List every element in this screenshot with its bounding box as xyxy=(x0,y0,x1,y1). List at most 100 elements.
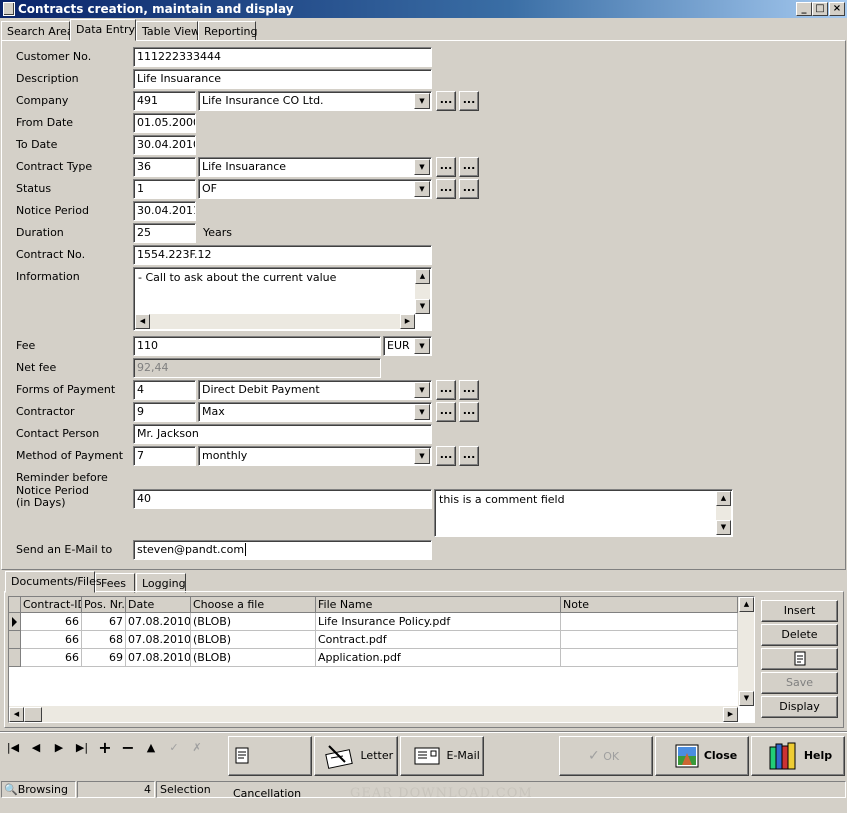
save-button[interactable]: Save xyxy=(761,672,838,694)
contract-type-select[interactable]: Life Insuarance ▼ xyxy=(198,157,432,177)
tab-search-area[interactable]: Search Area xyxy=(1,21,74,41)
scroll-up-icon[interactable]: ▲ xyxy=(716,491,731,506)
close-window-button[interactable]: × xyxy=(829,2,845,16)
table-cell[interactable] xyxy=(561,613,738,631)
edit-record-icon[interactable]: ▲ xyxy=(140,737,162,759)
notice-period-input[interactable]: 30.04.2011 xyxy=(133,201,196,221)
table-cell[interactable]: Contract.pdf xyxy=(316,631,561,649)
close-button[interactable]: Close xyxy=(655,736,749,776)
cancel-edit-icon[interactable]: ✗ xyxy=(186,737,208,759)
table-cell[interactable]: Application.pdf xyxy=(316,649,561,667)
duration-input[interactable]: 25 xyxy=(133,223,196,243)
tab-reporting[interactable]: Reporting xyxy=(198,21,257,41)
information-hscroll[interactable] xyxy=(135,314,415,329)
chevron-down-icon[interactable]: ▼ xyxy=(414,159,430,175)
table-cell[interactable]: Life Insurance Policy.pdf xyxy=(316,613,561,631)
scroll-down-icon[interactable]: ▼ xyxy=(716,520,731,535)
scroll-right-icon[interactable]: ▶ xyxy=(400,314,415,329)
delete-button[interactable]: Delete xyxy=(761,624,838,646)
cancellation-button[interactable]: Cancellation xyxy=(228,736,312,800)
company-edit-button[interactable]: ... xyxy=(459,91,479,111)
table-cell[interactable]: 07.08.2010 xyxy=(126,613,191,631)
first-record-icon[interactable]: |◀ xyxy=(2,737,24,759)
scroll-down-icon[interactable]: ▼ xyxy=(415,299,430,314)
table-cell[interactable] xyxy=(561,631,738,649)
table-cell[interactable]: 67 xyxy=(82,613,126,631)
chevron-down-icon[interactable]: ▼ xyxy=(414,382,430,398)
scroll-thumb[interactable] xyxy=(24,707,42,722)
method-of-payment-lookup-button[interactable]: ... xyxy=(436,446,456,466)
column-header-note[interactable]: Note xyxy=(561,597,738,613)
grid-vscroll[interactable] xyxy=(738,597,754,706)
scroll-down-icon[interactable]: ▼ xyxy=(739,691,754,706)
contractor-select[interactable]: Max ▼ xyxy=(198,402,432,422)
status-code-input[interactable]: 1 xyxy=(133,179,196,199)
tab-logging[interactable]: Logging xyxy=(136,573,186,593)
tab-data-entry[interactable]: Data Entry xyxy=(70,19,136,41)
column-header-pos-nr[interactable]: Pos. Nr. xyxy=(82,597,126,613)
status-edit-button[interactable]: ... xyxy=(459,179,479,199)
scroll-up-icon[interactable]: ▲ xyxy=(415,269,430,284)
contact-person-input[interactable]: Mr. Jackson xyxy=(133,424,432,444)
comment-textarea[interactable]: this is a comment field xyxy=(434,489,733,537)
forms-of-payment-edit-button[interactable]: ... xyxy=(459,380,479,400)
column-header-contract-id[interactable]: Contract-ID xyxy=(21,597,82,613)
status-select[interactable]: OF ▼ xyxy=(198,179,432,199)
contract-type-edit-button[interactable]: ... xyxy=(459,157,479,177)
prior-record-icon[interactable]: ◀ xyxy=(25,737,47,759)
table-cell[interactable]: 66 xyxy=(21,631,82,649)
display-button[interactable]: Display xyxy=(761,696,838,718)
table-cell[interactable]: 66 xyxy=(21,649,82,667)
table-cell[interactable]: (BLOB) xyxy=(191,613,316,631)
to-date-input[interactable]: 30.04.2010 xyxy=(133,135,196,155)
table-cell[interactable]: 07.08.2010 xyxy=(126,649,191,667)
chevron-down-icon[interactable]: ▼ xyxy=(414,448,430,464)
ok-button[interactable]: ✓ OK xyxy=(559,736,653,776)
scroll-left-icon[interactable]: ◀ xyxy=(9,707,24,722)
contract-type-lookup-button[interactable]: ... xyxy=(436,157,456,177)
scroll-left-icon[interactable]: ◀ xyxy=(135,314,150,329)
table-cell[interactable] xyxy=(561,649,738,667)
chevron-down-icon[interactable]: ▼ xyxy=(414,404,430,420)
customer-no-input[interactable]: 111222333444 xyxy=(133,47,432,67)
documents-grid[interactable]: Contract-ID Pos. Nr. Date Choose a file … xyxy=(8,596,755,723)
grid-hscroll[interactable] xyxy=(9,706,738,722)
forms-of-payment-code-input[interactable]: 4 xyxy=(133,380,196,400)
scroll-up-icon[interactable]: ▲ xyxy=(739,597,754,612)
scroll-right-icon[interactable]: ▶ xyxy=(723,707,738,722)
chevron-down-icon[interactable]: ▼ xyxy=(414,93,430,109)
minimize-button[interactable]: _ xyxy=(796,2,812,16)
column-header-date[interactable]: Date xyxy=(126,597,191,613)
fee-input[interactable]: 110 xyxy=(133,336,381,356)
method-of-payment-select[interactable]: monthly ▼ xyxy=(198,446,432,466)
next-record-icon[interactable]: ▶ xyxy=(48,737,70,759)
open-file-button[interactable] xyxy=(761,648,838,670)
table-cell[interactable]: 68 xyxy=(82,631,126,649)
add-record-icon[interactable]: + xyxy=(94,737,116,759)
method-of-payment-code-input[interactable]: 7 xyxy=(133,446,196,466)
company-select[interactable]: Life Insurance CO Ltd. ▼ xyxy=(198,91,432,111)
table-cell[interactable]: 66 xyxy=(21,613,82,631)
letter-button[interactable]: Letter xyxy=(314,736,398,776)
delete-record-icon[interactable]: − xyxy=(117,737,139,759)
email-button[interactable]: E-Mail xyxy=(400,736,484,776)
forms-of-payment-lookup-button[interactable]: ... xyxy=(436,380,456,400)
currency-select[interactable]: EUR ▼ xyxy=(383,336,432,356)
email-input[interactable]: steven@pandt.com xyxy=(133,540,432,560)
column-header-file-name[interactable]: File Name xyxy=(316,597,561,613)
last-record-icon[interactable]: ▶| xyxy=(71,737,93,759)
contract-type-code-input[interactable]: 36 xyxy=(133,157,196,177)
post-record-icon[interactable]: ✓ xyxy=(163,737,185,759)
table-cell[interactable]: (BLOB) xyxy=(191,631,316,649)
forms-of-payment-select[interactable]: Direct Debit Payment ▼ xyxy=(198,380,432,400)
table-cell[interactable]: (BLOB) xyxy=(191,649,316,667)
company-code-input[interactable]: 491 xyxy=(133,91,196,111)
contract-no-input[interactable]: 1554.223F.12 xyxy=(133,245,432,265)
from-date-input[interactable]: 01.05.2000 xyxy=(133,113,196,133)
contractor-edit-button[interactable]: ... xyxy=(459,402,479,422)
chevron-down-icon[interactable]: ▼ xyxy=(414,338,430,354)
tab-documents-files[interactable]: Documents/Files xyxy=(5,571,102,593)
contractor-code-input[interactable]: 9 xyxy=(133,402,196,422)
description-input[interactable]: Life Insuarance xyxy=(133,69,432,89)
help-button[interactable]: Help xyxy=(751,736,845,776)
